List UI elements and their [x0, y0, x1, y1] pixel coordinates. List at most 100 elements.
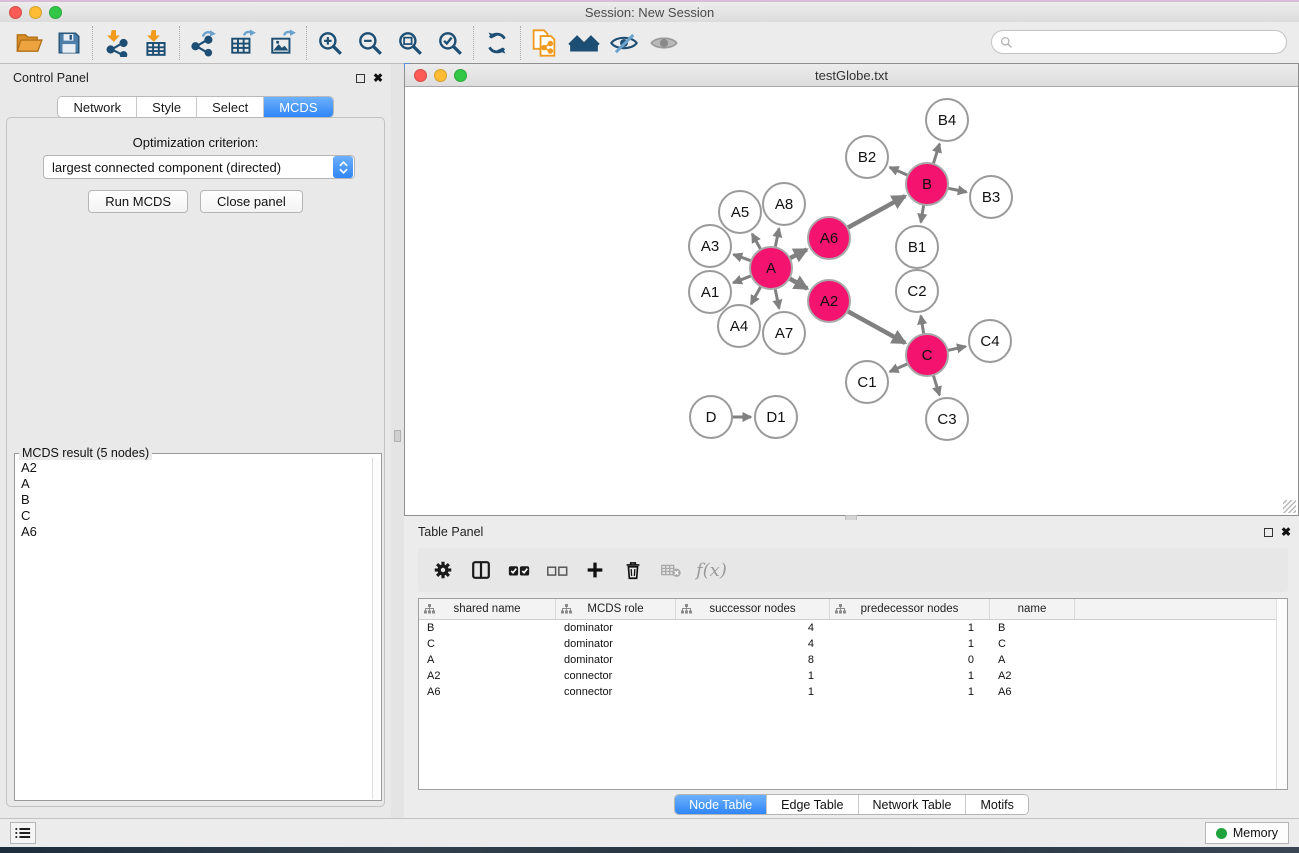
zoom-selected-icon[interactable] [433, 26, 467, 60]
table-cell[interactable]: 4 [676, 638, 830, 650]
table-scrollbar[interactable] [1276, 599, 1287, 789]
zoom-fit-icon[interactable] [393, 26, 427, 60]
home-icon[interactable] [567, 26, 601, 60]
column-header-name[interactable]: name [990, 599, 1075, 619]
deselect-all-icon[interactable] [540, 553, 574, 587]
table-cell[interactable]: 0 [830, 654, 990, 666]
tab-motifs[interactable]: Motifs [966, 795, 1027, 814]
graph-node-A4[interactable]: A4 [717, 304, 761, 348]
refresh-icon[interactable] [480, 26, 514, 60]
mcds-result-item[interactable]: C [17, 508, 371, 524]
tab-select[interactable]: Select [197, 97, 264, 117]
mcds-result-item[interactable]: A [17, 476, 371, 492]
export-table-icon[interactable] [226, 26, 260, 60]
column-header-shared-name[interactable]: shared name [419, 599, 556, 619]
graph-node-B1[interactable]: B1 [895, 225, 939, 269]
graph-node-D[interactable]: D [689, 395, 733, 439]
table-row[interactable]: A2connector11A2 [419, 668, 1287, 684]
graph-edge-C-C1[interactable] [890, 363, 909, 372]
graph-edge-A2-C[interactable] [847, 311, 906, 343]
mcds-result-item[interactable]: A6 [17, 524, 371, 540]
table-cell[interactable]: 1 [676, 670, 830, 682]
table-cell[interactable]: A2 [990, 670, 1075, 682]
table-cell[interactable]: dominator [556, 622, 676, 634]
tab-mcds[interactable]: MCDS [264, 97, 332, 117]
memory-button[interactable]: Memory [1205, 822, 1289, 844]
graph-edge-A-A6[interactable] [789, 249, 807, 258]
graph-edge-B-B3[interactable] [947, 188, 967, 192]
table-cell[interactable]: 8 [676, 654, 830, 666]
table-cell[interactable]: 1 [830, 670, 990, 682]
table-cell[interactable]: A2 [419, 670, 556, 682]
network-view-window[interactable]: testGlobe.txt B4B2BB3B1A5A8A3A6AA1A4A7A2… [404, 63, 1299, 516]
graph-node-C[interactable]: C [905, 333, 949, 377]
table-cell[interactable]: B [419, 622, 556, 634]
graph-edge-B-B1[interactable] [921, 204, 924, 223]
table-cell[interactable]: dominator [556, 654, 676, 666]
zoom-out-icon[interactable] [353, 26, 387, 60]
table-cell[interactable]: A [990, 654, 1075, 666]
panel-divider[interactable] [391, 64, 404, 818]
graph-node-B[interactable]: B [905, 162, 949, 206]
graph-edge-A-A2[interactable] [788, 278, 807, 289]
table-cell[interactable]: 1 [830, 686, 990, 698]
mcds-result-list[interactable]: A2ABCA6 [17, 460, 371, 798]
window-resize-grip[interactable] [1283, 500, 1296, 513]
import-table-icon[interactable] [139, 26, 173, 60]
columns-icon[interactable] [464, 553, 498, 587]
close-table-panel-icon[interactable]: ✖ [1281, 528, 1291, 537]
tab-edge-table[interactable]: Edge Table [767, 795, 858, 814]
graph-node-A8[interactable]: A8 [762, 182, 806, 226]
graph-edge-A-A7[interactable] [775, 288, 779, 309]
close-panel-button[interactable]: Close panel [200, 190, 303, 213]
graph-node-A5[interactable]: A5 [718, 190, 762, 234]
network-file-icon[interactable] [527, 26, 561, 60]
graph-node-B4[interactable]: B4 [925, 98, 969, 142]
search-input[interactable] [1017, 35, 1286, 49]
export-image-icon[interactable] [266, 26, 300, 60]
search-field[interactable] [991, 30, 1287, 54]
graph-node-A3[interactable]: A3 [688, 224, 732, 268]
table-row[interactable]: Cdominator41C [419, 636, 1287, 652]
open-session-icon[interactable] [12, 26, 46, 60]
graph-node-D1[interactable]: D1 [754, 395, 798, 439]
table-cell[interactable]: C [990, 638, 1075, 650]
table-cell[interactable]: A [419, 654, 556, 666]
export-network-icon[interactable] [186, 26, 220, 60]
run-mcds-button[interactable]: Run MCDS [88, 190, 188, 213]
tab-node-table[interactable]: Node Table [675, 795, 767, 814]
hide-details-icon[interactable] [607, 26, 641, 60]
graph-edge-B-B4[interactable] [933, 144, 940, 165]
tab-network[interactable]: Network [58, 97, 137, 117]
graph-edge-C-C4[interactable] [947, 346, 966, 350]
graph-node-A6[interactable]: A6 [807, 216, 851, 260]
graph-node-C3[interactable]: C3 [925, 397, 969, 441]
save-session-icon[interactable] [52, 26, 86, 60]
graph-node-A7[interactable]: A7 [762, 311, 806, 355]
import-network-icon[interactable] [99, 26, 133, 60]
column-header-MCDS-role[interactable]: MCDS role [556, 599, 676, 619]
table-row[interactable]: A6connector11A6 [419, 684, 1287, 700]
table-cell[interactable]: B [990, 622, 1075, 634]
graph-edge-A-A8[interactable] [775, 228, 779, 248]
table-cell[interactable]: connector [556, 670, 676, 682]
graph-node-B3[interactable]: B3 [969, 175, 1013, 219]
gear-icon[interactable] [426, 553, 460, 587]
table-row[interactable]: Adominator80A [419, 652, 1287, 668]
tab-style[interactable]: Style [137, 97, 197, 117]
mcds-result-item[interactable]: B [17, 492, 371, 508]
tab-network-table[interactable]: Network Table [859, 795, 967, 814]
close-panel-icon[interactable]: ✖ [373, 74, 383, 83]
graph-node-A2[interactable]: A2 [807, 279, 851, 323]
zoom-in-icon[interactable] [313, 26, 347, 60]
column-header-predecessor-nodes[interactable]: predecessor nodes [830, 599, 990, 619]
titlebar[interactable]: Session: New Session [0, 2, 1299, 22]
table-cell[interactable]: 1 [830, 638, 990, 650]
criterion-select[interactable]: largest connected component (directed) [43, 155, 355, 179]
select-all-icon[interactable] [502, 553, 536, 587]
table-cell[interactable]: A6 [419, 686, 556, 698]
delete-column-icon[interactable] [616, 553, 650, 587]
graph-node-B2[interactable]: B2 [845, 135, 889, 179]
graph-edge-A6-B[interactable] [847, 196, 906, 228]
table-cell[interactable]: 1 [676, 686, 830, 698]
